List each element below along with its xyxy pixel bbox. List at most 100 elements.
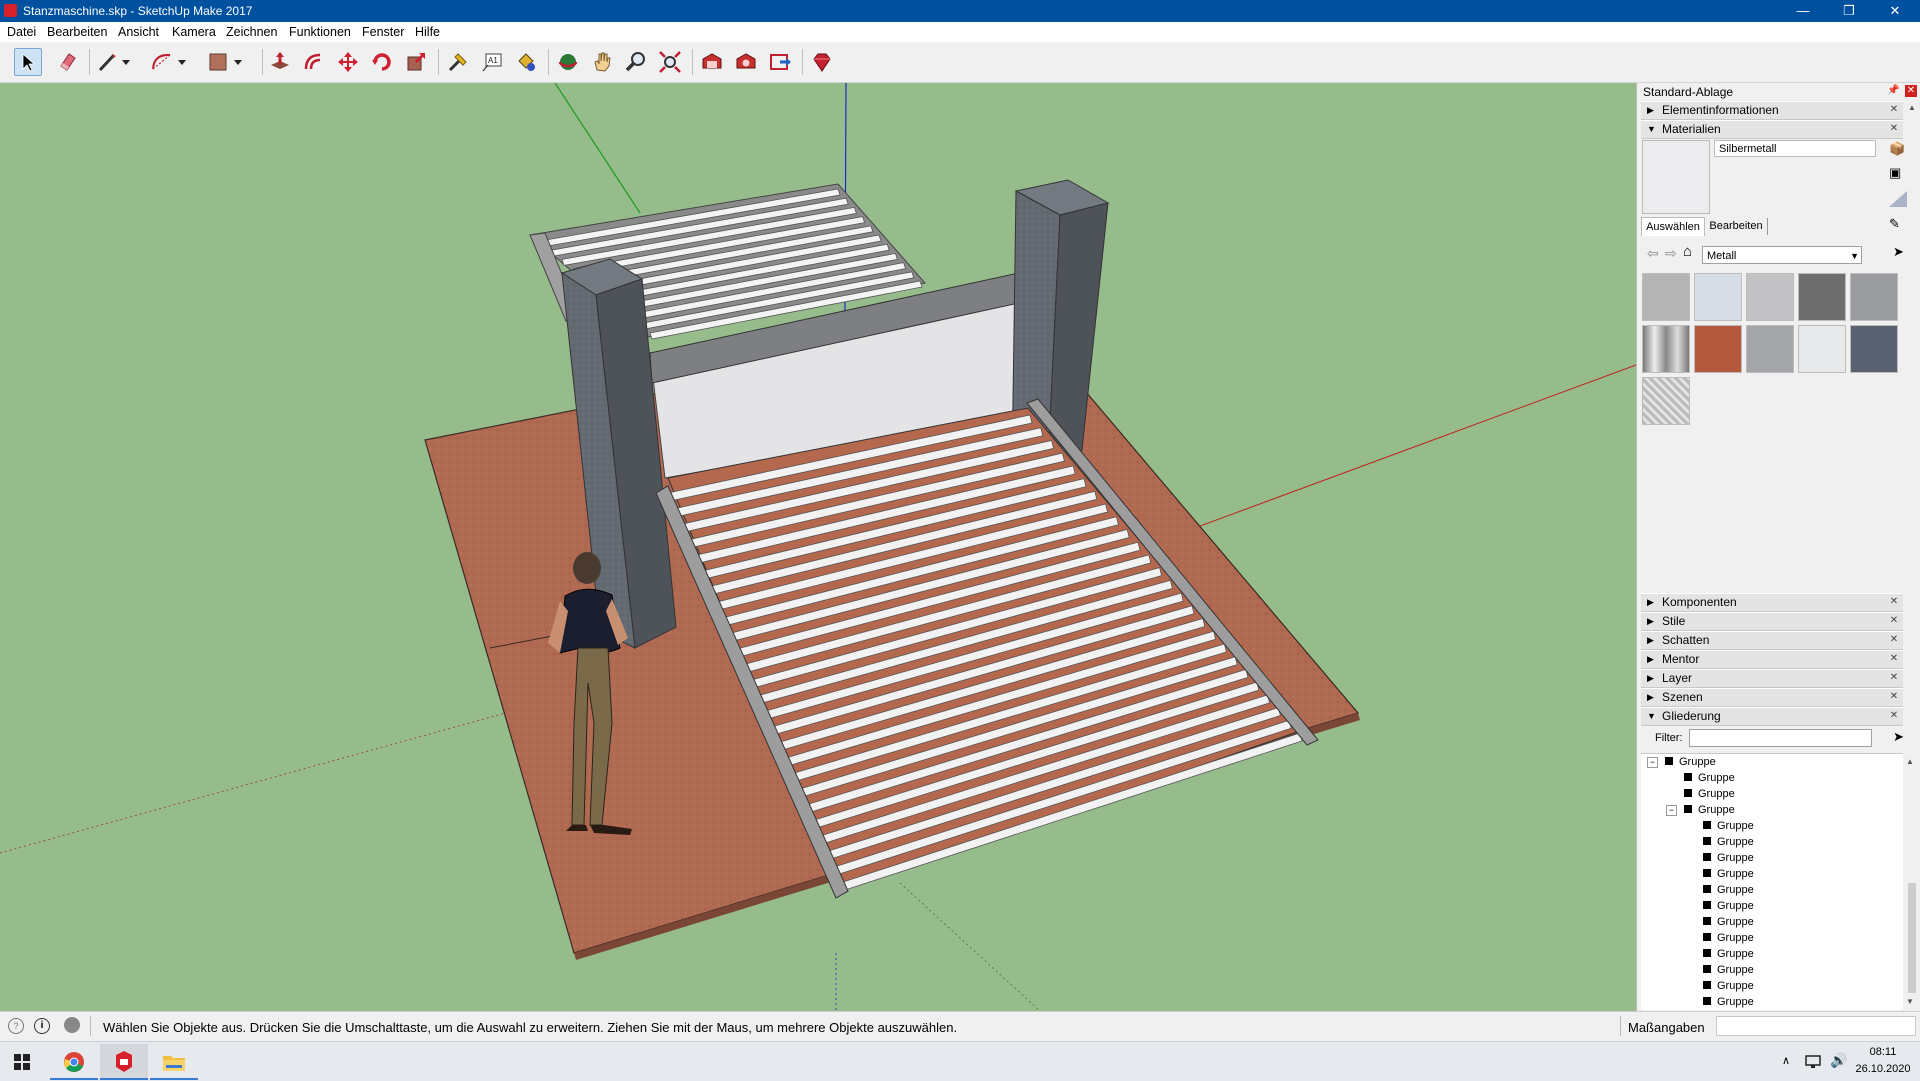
menu-fenster[interactable]: Fenster: [362, 25, 404, 39]
menu-datei[interactable]: Datei: [7, 25, 36, 39]
panel-close-icon[interactable]: ✕: [1888, 710, 1900, 722]
outliner-row[interactable]: Gruppe: [1703, 978, 1754, 994]
panel-styles[interactable]: ▶ Stile ✕: [1641, 612, 1903, 631]
scrollbar-thumb[interactable]: [1908, 883, 1916, 993]
close-button[interactable]: ✕: [1872, 0, 1918, 22]
scroll-up-icon[interactable]: ▲: [1906, 757, 1914, 766]
outliner-row[interactable]: Gruppe: [1703, 882, 1754, 898]
arc-tool-icon[interactable]: [148, 48, 176, 76]
outliner-row[interactable]: Gruppe: [1703, 962, 1754, 978]
panel-mentor[interactable]: ▶ Mentor ✕: [1641, 650, 1903, 669]
menu-bearbeiten[interactable]: Bearbeiten: [47, 25, 107, 39]
menu-hilfe[interactable]: Hilfe: [415, 25, 440, 39]
panel-materials[interactable]: ▼ Materialien ✕: [1641, 120, 1903, 139]
restore-button[interactable]: ❐: [1826, 0, 1872, 22]
outliner-row[interactable]: Gruppe: [1684, 770, 1735, 786]
rotate-tool-icon[interactable]: [368, 48, 396, 76]
push-pull-tool-icon[interactable]: [266, 48, 294, 76]
arc-dropdown-chevron-down-icon[interactable]: [174, 48, 190, 76]
minimize-button[interactable]: —: [1780, 0, 1826, 22]
network-icon[interactable]: [1804, 1054, 1822, 1070]
material-swatch[interactable]: [1746, 325, 1794, 373]
menu-funktionen[interactable]: Funktionen: [289, 25, 351, 39]
menu-ansicht[interactable]: Ansicht: [118, 25, 159, 39]
panel-close-icon[interactable]: ✕: [1888, 104, 1900, 116]
eyedropper-icon[interactable]: ✎: [1889, 216, 1900, 232]
panel-close-icon[interactable]: ✕: [1888, 615, 1900, 627]
scroll-down-icon[interactable]: ▼: [1906, 997, 1914, 1006]
material-swatch[interactable]: [1694, 325, 1742, 373]
outliner-details-arrow-icon[interactable]: ➤: [1893, 729, 1904, 745]
material-swatch[interactable]: [1642, 273, 1690, 321]
material-swatch[interactable]: [1642, 377, 1690, 425]
material-swatch[interactable]: [1798, 325, 1846, 373]
windows-start-icon[interactable]: [14, 1054, 30, 1070]
outliner-row[interactable]: Gruppe: [1684, 802, 1735, 818]
scale-tool-icon[interactable]: [402, 48, 430, 76]
credits-info-icon[interactable]: i: [34, 1018, 50, 1034]
text-tool-icon[interactable]: A1: [478, 48, 506, 76]
measurements-input[interactable]: [1716, 1016, 1916, 1036]
material-swatch[interactable]: [1694, 273, 1742, 321]
outliner-row[interactable]: Gruppe: [1703, 930, 1754, 946]
material-swatch[interactable]: [1850, 325, 1898, 373]
material-name-field[interactable]: Silbermetall: [1714, 140, 1876, 157]
outliner-row[interactable]: Gruppe: [1703, 914, 1754, 930]
3d-viewport[interactable]: [0, 83, 1636, 1011]
panel-entity-info[interactable]: ▶ Elementinformationen ✕: [1641, 101, 1903, 120]
taskbar-chrome-button[interactable]: [50, 1044, 98, 1080]
sample-paint-icon[interactable]: [1887, 187, 1909, 209]
outliner-row[interactable]: Gruppe: [1703, 818, 1754, 834]
tab-edit[interactable]: Bearbeiten: [1705, 218, 1768, 235]
tray-overflow-chevron-up-icon[interactable]: ∧: [1782, 1054, 1790, 1067]
material-swatch[interactable]: [1746, 273, 1794, 321]
outliner-filter-input[interactable]: [1689, 729, 1872, 747]
tape-measure-tool-icon[interactable]: [444, 48, 472, 76]
line-dropdown-chevron-down-icon[interactable]: [118, 48, 134, 76]
panel-close-icon[interactable]: ✕: [1888, 691, 1900, 703]
eraser-tool-icon[interactable]: [54, 48, 82, 76]
clock-date[interactable]: 26.10.2020: [1852, 1063, 1914, 1075]
panel-close-icon[interactable]: ✕: [1888, 596, 1900, 608]
taskbar-sketchup-button[interactable]: [100, 1044, 148, 1080]
outliner-scrollbar[interactable]: ▲ ▼: [1905, 753, 1919, 1009]
panel-close-icon[interactable]: ✕: [1888, 672, 1900, 684]
geo-location-icon[interactable]: ?: [8, 1018, 24, 1034]
clock-time[interactable]: 08:11: [1858, 1046, 1908, 1058]
pan-tool-icon[interactable]: [588, 48, 616, 76]
tray-scroll-up-icon[interactable]: ▲: [1905, 103, 1919, 123]
warehouse-tool-icon[interactable]: [698, 48, 726, 76]
outliner-row[interactable]: Gruppe: [1703, 834, 1754, 850]
menu-zeichnen[interactable]: Zeichnen: [226, 25, 277, 39]
panel-outliner[interactable]: ▼ Gliederung ✕: [1641, 707, 1903, 726]
rectangle-tool-icon[interactable]: [204, 48, 232, 76]
zoom-tool-icon[interactable]: [622, 48, 650, 76]
orbit-tool-icon[interactable]: [554, 48, 582, 76]
zoom-extents-tool-icon[interactable]: [656, 48, 684, 76]
tray-close-icon[interactable]: ✕: [1905, 85, 1917, 97]
create-material-icon[interactable]: 📦: [1889, 141, 1905, 157]
back-arrow-icon[interactable]: ⇦: [1647, 245, 1659, 262]
forward-arrow-icon[interactable]: ⇨: [1665, 245, 1677, 262]
rectangle-dropdown-chevron-down-icon[interactable]: [230, 48, 246, 76]
panel-scenes[interactable]: ▶ Szenen ✕: [1641, 688, 1903, 707]
tree-collapse-toggle-icon[interactable]: −: [1647, 757, 1658, 768]
default-material-icon[interactable]: ▣: [1889, 165, 1901, 181]
menu-kamera[interactable]: Kamera: [172, 25, 216, 39]
paint-bucket-tool-icon[interactable]: [512, 48, 540, 76]
panel-close-icon[interactable]: ✕: [1888, 634, 1900, 646]
taskbar-explorer-button[interactable]: [150, 1044, 198, 1080]
panel-shadows[interactable]: ▶ Schatten ✕: [1641, 631, 1903, 650]
outliner-row[interactable]: Gruppe: [1703, 866, 1754, 882]
panel-components[interactable]: ▶ Komponenten ✕: [1641, 593, 1903, 612]
extension-warehouse-tool-icon[interactable]: [732, 48, 760, 76]
material-library-select[interactable]: Metall ▼: [1702, 246, 1862, 264]
panel-layers[interactable]: ▶ Layer ✕: [1641, 669, 1903, 688]
outliner-row[interactable]: Gruppe: [1703, 994, 1754, 1010]
tree-collapse-toggle-icon[interactable]: −: [1666, 805, 1677, 816]
pin-icon[interactable]: 📌: [1887, 85, 1899, 96]
material-swatch[interactable]: [1850, 273, 1898, 321]
material-swatch[interactable]: [1798, 273, 1846, 321]
material-swatch[interactable]: [1642, 325, 1690, 373]
model-scene[interactable]: [0, 83, 1636, 1011]
